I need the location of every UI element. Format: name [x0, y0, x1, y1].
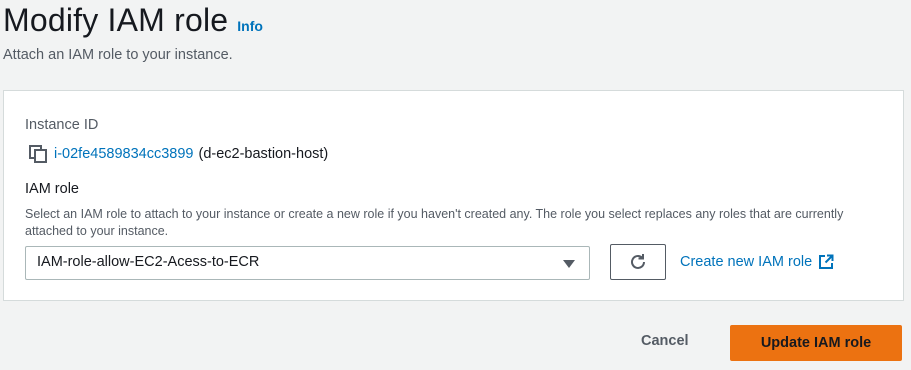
create-new-iam-role-label: Create new IAM role: [680, 254, 813, 270]
instance-id-row: i-02fe4589834cc3899 (d-ec2-bastion-host): [28, 144, 328, 164]
page-title: Modify IAM role: [3, 2, 229, 38]
iam-role-select[interactable]: IAM-role-allow-EC2-Acess-to-ECR: [25, 246, 590, 280]
external-link-icon: [819, 254, 834, 269]
instance-name: (d-ec2-bastion-host): [198, 146, 329, 162]
refresh-icon: [631, 254, 645, 269]
info-link[interactable]: Info: [237, 18, 263, 34]
instance-id-link[interactable]: i-02fe4589834cc3899: [54, 146, 193, 162]
iam-role-label: IAM role: [25, 181, 79, 197]
copy-icon[interactable]: [28, 144, 48, 164]
role-settings-panel: Instance ID i-02fe4589834cc3899 (d-ec2-b…: [3, 90, 904, 301]
update-iam-role-button[interactable]: Update IAM role: [730, 325, 902, 361]
cancel-button[interactable]: Cancel: [641, 333, 689, 349]
instance-id-label: Instance ID: [25, 117, 99, 133]
caret-down-icon: [563, 260, 575, 268]
iam-role-description: Select an IAM role to attach to your ins…: [25, 207, 844, 238]
page-header: Modify IAM role Info: [3, 2, 263, 39]
refresh-button[interactable]: [610, 244, 666, 280]
create-new-iam-role-link[interactable]: Create new IAM role: [680, 254, 834, 270]
iam-role-selected-value: IAM-role-allow-EC2-Acess-to-ECR: [37, 254, 260, 270]
page-subtitle: Attach an IAM role to your instance.: [3, 47, 233, 63]
